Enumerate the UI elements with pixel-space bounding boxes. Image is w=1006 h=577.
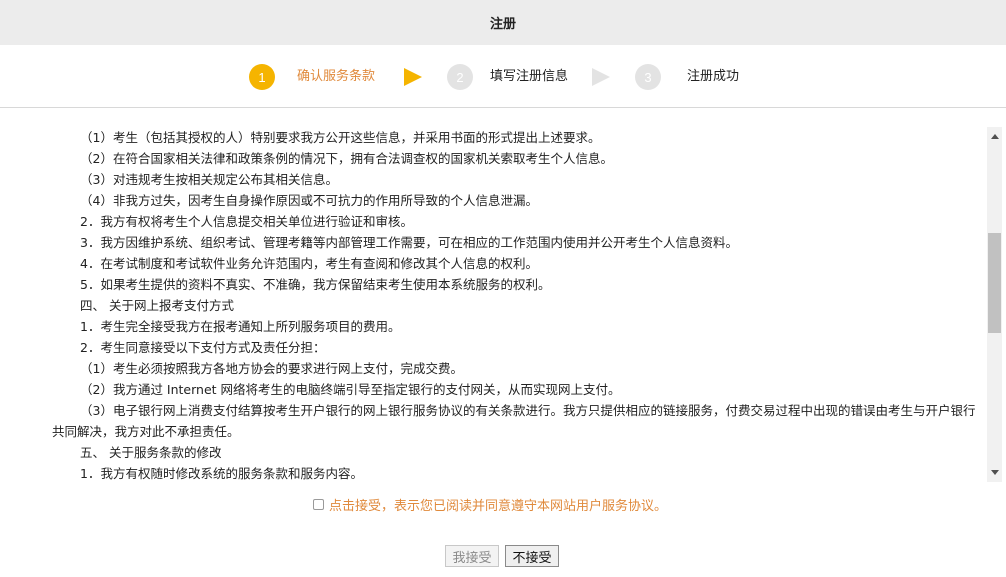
terms-line: 2．考生同意接受以下支付方式及责任分担：: [80, 340, 326, 355]
step-3-number: 3: [635, 64, 661, 90]
terms-line: 4．在考试制度和考试软件业务允许范围内，考生有查阅和修改其个人信息的权利。: [80, 256, 538, 271]
agree-row[interactable]: 点击接受，表示您已阅读并同意遵守本网站用户服务协议。: [313, 494, 667, 514]
accept-button[interactable]: 我接受: [445, 545, 499, 567]
step-arrow-icon: [404, 68, 422, 86]
scroll-up-icon[interactable]: [987, 129, 1002, 144]
step-progress: 1 确认服务条款 2 填写注册信息 3 注册成功: [0, 45, 1006, 108]
terms-line: 3．我方因维护系统、组织考试、管理考籍等内部管理工作需要，可在相应的工作范围内使…: [80, 235, 738, 250]
agree-checkbox[interactable]: [313, 498, 324, 510]
terms-line: （1）考生必须按照我方各地方协会的要求进行网上支付，完成交费。: [80, 361, 463, 376]
terms-line: （3）电子银行网上消费支付结算按考生开户银行的网上银行服务协议的有关条款进行。我…: [52, 403, 976, 439]
terms-line: （2）我方通过 Internet 网络将考生的电脑终端引导至指定银行的支付网关，…: [80, 382, 621, 397]
step-2-number: 2: [447, 64, 473, 90]
terms-scrollbar[interactable]: [987, 127, 1002, 482]
terms-line: （3）对违规考生按相关规定公布其相关信息。: [80, 172, 338, 187]
terms-line: 1．我方有权随时修改系统的服务条款和服务内容。: [80, 466, 363, 481]
terms-line: （1）考生（包括其授权的人）特别要求我方公开这些信息，并采用书面的形式提出上述要…: [80, 130, 601, 145]
window-title: 注册: [489, 17, 516, 32]
step-1-label: 确认服务条款: [297, 69, 376, 84]
terms-line: 2．我方有权将考生个人信息提交相关单位进行验证和审核。: [80, 214, 413, 229]
terms-heading: 五、 关于服务条款的修改: [80, 445, 222, 460]
scroll-thumb[interactable]: [988, 233, 1001, 333]
agree-label[interactable]: 点击接受，表示您已阅读并同意遵守本网站用户服务协议。: [329, 495, 667, 514]
terms-line: 1．考生完全接受我方在报考通知上所列服务项目的费用。: [80, 319, 401, 334]
terms-line: 5．如果考生提供的资料不真实、不准确，我方保留结束考生使用本系统服务的权利。: [80, 277, 551, 292]
step-1-number: 1: [249, 64, 275, 90]
scroll-down-icon[interactable]: [987, 465, 1002, 480]
terms-text-area: （1）考生（包括其授权的人）特别要求我方公开这些信息，并采用书面的形式提出上述要…: [0, 127, 985, 482]
terms-line: （4）非我方过失，因考生自身操作原因或不可抗力的作用所导致的个人信息泄漏。: [80, 193, 538, 208]
step-2-label: 填写注册信息: [490, 69, 569, 84]
terms-heading: 四、 关于网上报考支付方式: [80, 298, 234, 313]
step-arrow-icon: [592, 68, 610, 86]
terms-line: （2）在符合国家相关法律和政策条例的情况下，拥有合法调查权的国家机关索取考生个人…: [80, 151, 613, 166]
decline-button[interactable]: 不接受: [505, 545, 559, 567]
window-title-bar: 注册: [0, 0, 1006, 45]
step-3-label: 注册成功: [687, 69, 740, 84]
